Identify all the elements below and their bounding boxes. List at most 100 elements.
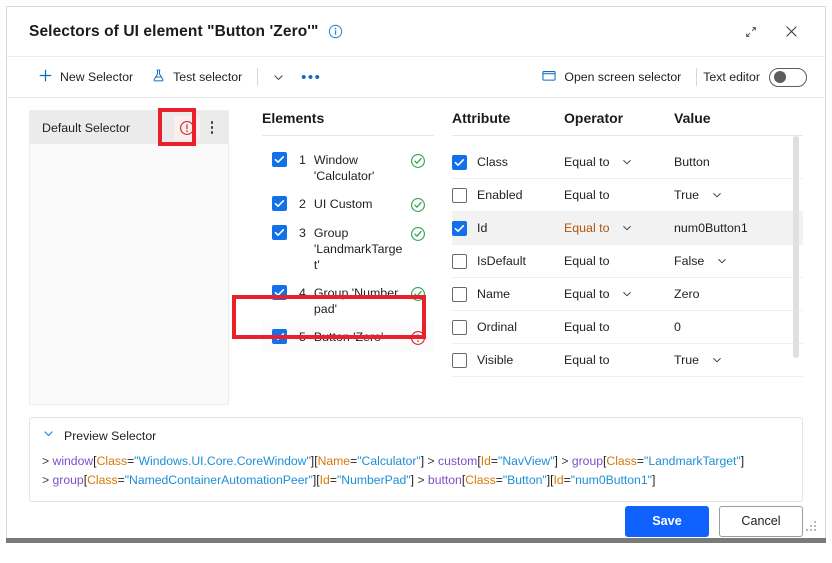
- element-checkbox[interactable]: [272, 329, 287, 344]
- attribute-name: Id: [477, 221, 488, 235]
- line-prefix: >: [42, 454, 53, 468]
- preview-selector-code[interactable]: > window[Class="Windows.UI.Core.CoreWind…: [42, 452, 790, 490]
- attribute-value: 0: [674, 320, 681, 334]
- kebab-dot: [210, 121, 214, 124]
- attribute-operator: Equal to: [564, 287, 610, 301]
- attribute-row-visible[interactable]: Visible Equal to True: [452, 344, 803, 377]
- save-button[interactable]: Save: [625, 505, 709, 537]
- element-row-2[interactable]: 2 UI Custom: [262, 190, 434, 219]
- element-row-3[interactable]: 3 Group 'LandmarkTarget': [262, 219, 434, 279]
- dialog-title-bar: Selectors of UI element "Button 'Zero'": [7, 7, 825, 57]
- toolbar-divider-2: [696, 68, 698, 86]
- selector-token-val: "NamedContainerAutomationPeer": [124, 473, 313, 487]
- attribute-value-cell: num0Button1: [674, 221, 803, 235]
- attribute-checkbox[interactable]: [452, 154, 467, 170]
- kebab-menu-icon[interactable]: [202, 116, 222, 140]
- element-row-5[interactable]: 5 Button 'Zero': [262, 323, 434, 352]
- panels-container: Default Selector Elements 1 Window 'Calc…: [7, 98, 825, 405]
- column-header-attribute: Attribute: [452, 110, 511, 126]
- selectors-dialog-window: Selectors of UI element "Button 'Zero'": [6, 6, 826, 540]
- attribute-operator: Equal to: [564, 254, 610, 268]
- attribute-checkbox[interactable]: [452, 187, 467, 203]
- new-selector-label: New Selector: [60, 70, 134, 84]
- valid-check-icon: [410, 285, 426, 302]
- selector-token-val: "Windows.UI.Core.CoreWindow": [134, 454, 311, 468]
- elements-header: Elements: [262, 110, 325, 126]
- screen-rectangle-icon: [541, 68, 557, 87]
- test-selector-button[interactable]: Test selector: [142, 63, 251, 91]
- selector-token-el: group: [52, 473, 84, 487]
- attribute-operator-cell: Equal to: [564, 353, 674, 367]
- open-screen-selector-button[interactable]: Open screen selector: [532, 63, 690, 92]
- element-checkbox[interactable]: [272, 225, 287, 240]
- attribute-row-name[interactable]: Name Equal to Zero: [452, 278, 803, 311]
- page-title: Selectors of UI element "Button 'Zero'": [29, 22, 319, 40]
- element-checkbox[interactable]: [272, 285, 287, 300]
- attribute-operator: Equal to: [564, 353, 610, 367]
- attributes-panel: Attribute Operator Value Class Equal to Bu…: [434, 110, 803, 405]
- chevron-down-icon[interactable]: [711, 354, 723, 366]
- kebab-dot: [210, 131, 214, 134]
- element-row-4[interactable]: 4 Group 'Number pad': [262, 279, 434, 323]
- chevron-down-icon[interactable]: [621, 156, 633, 168]
- preview-selector-line: > group[Class="NamedContainerAutomationP…: [42, 471, 790, 490]
- element-checkbox[interactable]: [272, 196, 287, 211]
- close-icon[interactable]: [771, 15, 811, 49]
- attribute-row-enabled[interactable]: Enabled Equal to True: [452, 179, 803, 212]
- preview-selector-header[interactable]: Preview Selector: [42, 427, 790, 452]
- attribute-checkbox[interactable]: [452, 319, 467, 335]
- cancel-button[interactable]: Cancel: [719, 505, 803, 537]
- chevron-down-icon[interactable]: [716, 255, 728, 267]
- chevron-down-icon[interactable]: [621, 288, 633, 300]
- test-selector-label: Test selector: [173, 70, 243, 84]
- kebab-dot: [210, 126, 214, 129]
- warning-icon: [410, 329, 426, 346]
- chevron-down-icon[interactable]: [711, 189, 723, 201]
- attribute-row-id[interactable]: Id Equal to num0Button1: [452, 212, 803, 245]
- warning-icon[interactable]: [174, 115, 200, 140]
- attribute-value-cell: False: [674, 254, 803, 268]
- element-index: 2: [299, 197, 306, 211]
- selector-token-val: "NumberPad": [336, 473, 411, 487]
- selector-item-default[interactable]: Default Selector: [30, 111, 228, 144]
- attribute-row-class[interactable]: Class Equal to Button: [452, 146, 803, 179]
- selector-token-val: "Button": [502, 473, 547, 487]
- info-icon[interactable]: [328, 24, 343, 39]
- attributes-scrollbar[interactable]: [793, 136, 799, 358]
- attribute-operator: Equal to: [564, 221, 610, 235]
- attribute-row-ordinal[interactable]: Ordinal Equal to 0: [452, 311, 803, 344]
- attribute-name: Name: [477, 287, 511, 301]
- chevron-down-icon[interactable]: [621, 222, 633, 234]
- new-selector-button[interactable]: New Selector: [29, 63, 142, 91]
- attribute-checkbox[interactable]: [452, 286, 467, 302]
- selectors-list-panel: Default Selector: [29, 110, 229, 405]
- attribute-row-isdefault[interactable]: IsDefault Equal to False: [452, 245, 803, 278]
- ellipsis-icon[interactable]: •••: [293, 65, 329, 90]
- preview-selector-line: > window[Class="Windows.UI.Core.CoreWind…: [42, 452, 790, 471]
- selector-token-el: group: [571, 454, 603, 468]
- attribute-name-cell: Ordinal: [452, 319, 564, 335]
- attribute-value: Button: [674, 155, 710, 169]
- attribute-checkbox[interactable]: [452, 253, 467, 269]
- attribute-operator-cell: Equal to: [564, 188, 674, 202]
- attribute-operator-cell: Equal to: [564, 320, 674, 334]
- element-checkbox[interactable]: [272, 152, 287, 167]
- text-editor-toggle[interactable]: [769, 67, 807, 87]
- element-label: Window 'Calculator': [313, 153, 375, 183]
- attribute-checkbox[interactable]: [452, 352, 467, 368]
- attribute-name: Class: [477, 155, 508, 169]
- chevron-down-icon[interactable]: [264, 66, 293, 89]
- selector-token-brk: =: [495, 473, 503, 487]
- selector-token-val: "NavView": [498, 454, 555, 468]
- column-header-operator: Operator: [564, 110, 624, 126]
- element-row-1[interactable]: 1 Window 'Calculator': [262, 146, 434, 190]
- selector-token-el: window: [52, 454, 94, 468]
- toolbar-divider: [257, 68, 259, 86]
- attribute-checkbox[interactable]: [452, 220, 467, 236]
- attribute-value-cell: Zero: [674, 287, 803, 301]
- element-label: Group 'LandmarkTarget': [313, 226, 403, 272]
- attribute-value-cell: True: [674, 353, 803, 367]
- selector-token-attr: Class: [87, 473, 118, 487]
- attribute-value: Zero: [674, 287, 700, 301]
- expand-icon[interactable]: [731, 15, 771, 49]
